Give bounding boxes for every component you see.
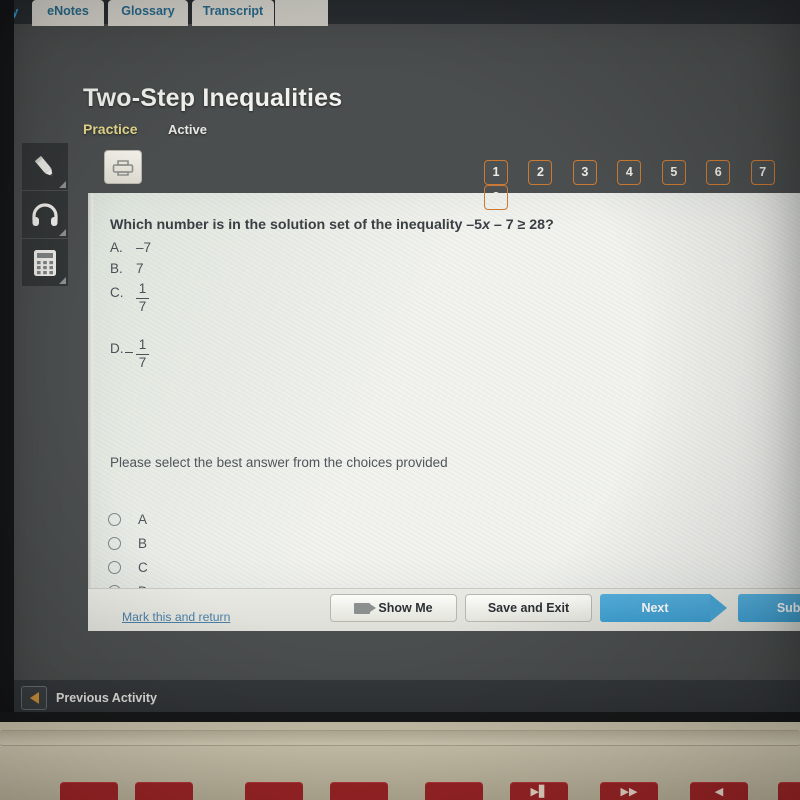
question-number-2[interactable]: 2 xyxy=(528,160,553,185)
page-title: Two-Step Inequalities xyxy=(83,84,343,112)
choice-c-numerator: 1 xyxy=(138,281,147,296)
panel-left-edge xyxy=(88,193,93,588)
pencil-icon xyxy=(34,155,53,176)
choice-d-negative-fraction: 17 xyxy=(125,337,149,371)
question-number-8[interactable]: 8 xyxy=(484,185,508,210)
photographed-laptop-screen: ity eNotes Glossary Transcript Two-Step … xyxy=(0,0,800,800)
keyboard-key-row: ▶▋ ▶▶ ◀ xyxy=(0,782,800,800)
answer-option-a-label: A xyxy=(138,511,148,527)
laptop-hinge-lip xyxy=(0,730,800,746)
choice-b-value: 7 xyxy=(136,261,144,276)
question-number-7[interactable]: 7 xyxy=(750,160,775,185)
save-and-exit-button[interactable]: Save and Exit xyxy=(465,594,592,622)
laptop-bezel-left xyxy=(0,0,14,722)
keyboard-key xyxy=(330,782,388,800)
choice-c-fraction: 17 xyxy=(136,281,149,315)
action-bar: Mark this and return Show Me Save and Ex… xyxy=(88,588,800,631)
choice-a: A. –7 xyxy=(110,240,151,261)
question-number-1[interactable]: 1 xyxy=(484,160,508,185)
keyboard-key xyxy=(245,782,303,800)
choice-a-label: A. xyxy=(110,240,123,255)
choice-c-label: C. xyxy=(110,285,124,301)
choice-c: C. 1 7 xyxy=(110,281,151,338)
question-prefix: Which number is in the solution set of t… xyxy=(110,217,467,233)
keyboard-key xyxy=(778,782,800,800)
submit-label: Submit xyxy=(776,601,800,615)
answer-option-a[interactable]: A xyxy=(108,507,148,531)
pencil-tool-button[interactable] xyxy=(22,143,68,190)
answer-option-d[interactable]: D xyxy=(108,579,148,588)
radio-icon[interactable] xyxy=(108,560,121,574)
tool-sidebar xyxy=(22,143,68,287)
tab-enotes[interactable]: eNotes xyxy=(32,0,104,26)
mode-label: Practice xyxy=(83,121,138,137)
printer-icon xyxy=(112,160,134,176)
submit-button[interactable]: Submit xyxy=(738,594,800,622)
question-panel: Which number is in the solution set of t… xyxy=(88,193,800,588)
audio-tool-button[interactable] xyxy=(22,191,68,238)
choice-d-label: D. xyxy=(110,341,124,357)
status-label: Active xyxy=(167,122,207,137)
rewind-glyph: ◀ xyxy=(714,786,724,798)
play-glyph: ▶▋ xyxy=(530,786,548,798)
answer-option-group: A B C D xyxy=(108,507,148,588)
laptop-bezel-bottom xyxy=(0,712,800,722)
keyboard-key xyxy=(135,782,193,800)
tab-glossary[interactable]: Glossary xyxy=(108,0,188,26)
choice-c-denominator: 7 xyxy=(138,299,147,315)
page-subtitle: Practice Active xyxy=(83,121,207,139)
negative-sign xyxy=(125,352,133,353)
tab-strip: ity eNotes Glossary Transcript xyxy=(0,0,800,26)
previous-activity-button[interactable] xyxy=(21,686,47,710)
answer-option-c-label: C xyxy=(138,559,148,575)
question-expr-after-var: – 7 ≥ 28? xyxy=(489,217,554,233)
fast-forward-glyph: ▶▶ xyxy=(620,786,638,798)
show-me-label: Show Me xyxy=(378,601,433,615)
question-text: Which number is in the solution set of t… xyxy=(110,217,554,233)
question-number-6[interactable]: 6 xyxy=(706,160,731,185)
choice-d-denominator: 7 xyxy=(138,355,147,371)
next-button[interactable]: Next xyxy=(600,594,727,622)
print-button[interactable] xyxy=(104,150,142,184)
save-and-exit-label: Save and Exit xyxy=(487,601,570,615)
choice-b: B. 7 xyxy=(110,261,151,282)
tab-strip-filler xyxy=(275,0,328,26)
mark-this-and-return-link[interactable]: Mark this and return xyxy=(122,610,230,624)
choice-b-label: B. xyxy=(110,261,123,276)
question-number-3[interactable]: 3 xyxy=(572,160,597,185)
calculator-tool-button[interactable] xyxy=(22,239,68,286)
choice-d: D. 1 7 xyxy=(110,337,151,394)
previous-activity-label: Previous Activity xyxy=(56,691,157,705)
show-me-button[interactable]: Show Me xyxy=(330,594,457,622)
answer-option-b[interactable]: B xyxy=(108,531,148,555)
question-number-4[interactable]: 4 xyxy=(617,160,642,185)
calculator-icon xyxy=(34,249,56,276)
browser-screen: ity eNotes Glossary Transcript Two-Step … xyxy=(0,0,800,722)
question-variable: x xyxy=(482,217,490,233)
keyboard-key xyxy=(60,782,118,800)
arrow-left-icon xyxy=(29,692,39,704)
question-number-nav: 1 2 3 4 5 6 7 8 xyxy=(484,160,800,210)
answer-option-c[interactable]: C xyxy=(108,555,148,579)
choice-list: A. –7 B. 7 C. 1 7 D. 1 7 xyxy=(110,240,151,394)
keyboard-key xyxy=(425,782,483,800)
radio-icon[interactable] xyxy=(108,536,121,550)
choice-d-numerator: 1 xyxy=(138,337,147,352)
tab-transcript[interactable]: Transcript xyxy=(192,0,274,26)
video-camera-icon xyxy=(354,602,377,614)
question-number-5[interactable]: 5 xyxy=(661,160,686,185)
choice-d-fraction: 17 xyxy=(136,337,149,371)
answer-option-b-label: B xyxy=(138,535,148,551)
question-expr-before-var: –5 xyxy=(466,217,483,233)
choice-a-value: –7 xyxy=(136,240,152,255)
headphones-icon xyxy=(32,202,58,226)
next-label: Next xyxy=(641,601,669,615)
answer-prompt: Please select the best answer from the c… xyxy=(110,455,448,470)
radio-icon[interactable] xyxy=(108,512,121,526)
